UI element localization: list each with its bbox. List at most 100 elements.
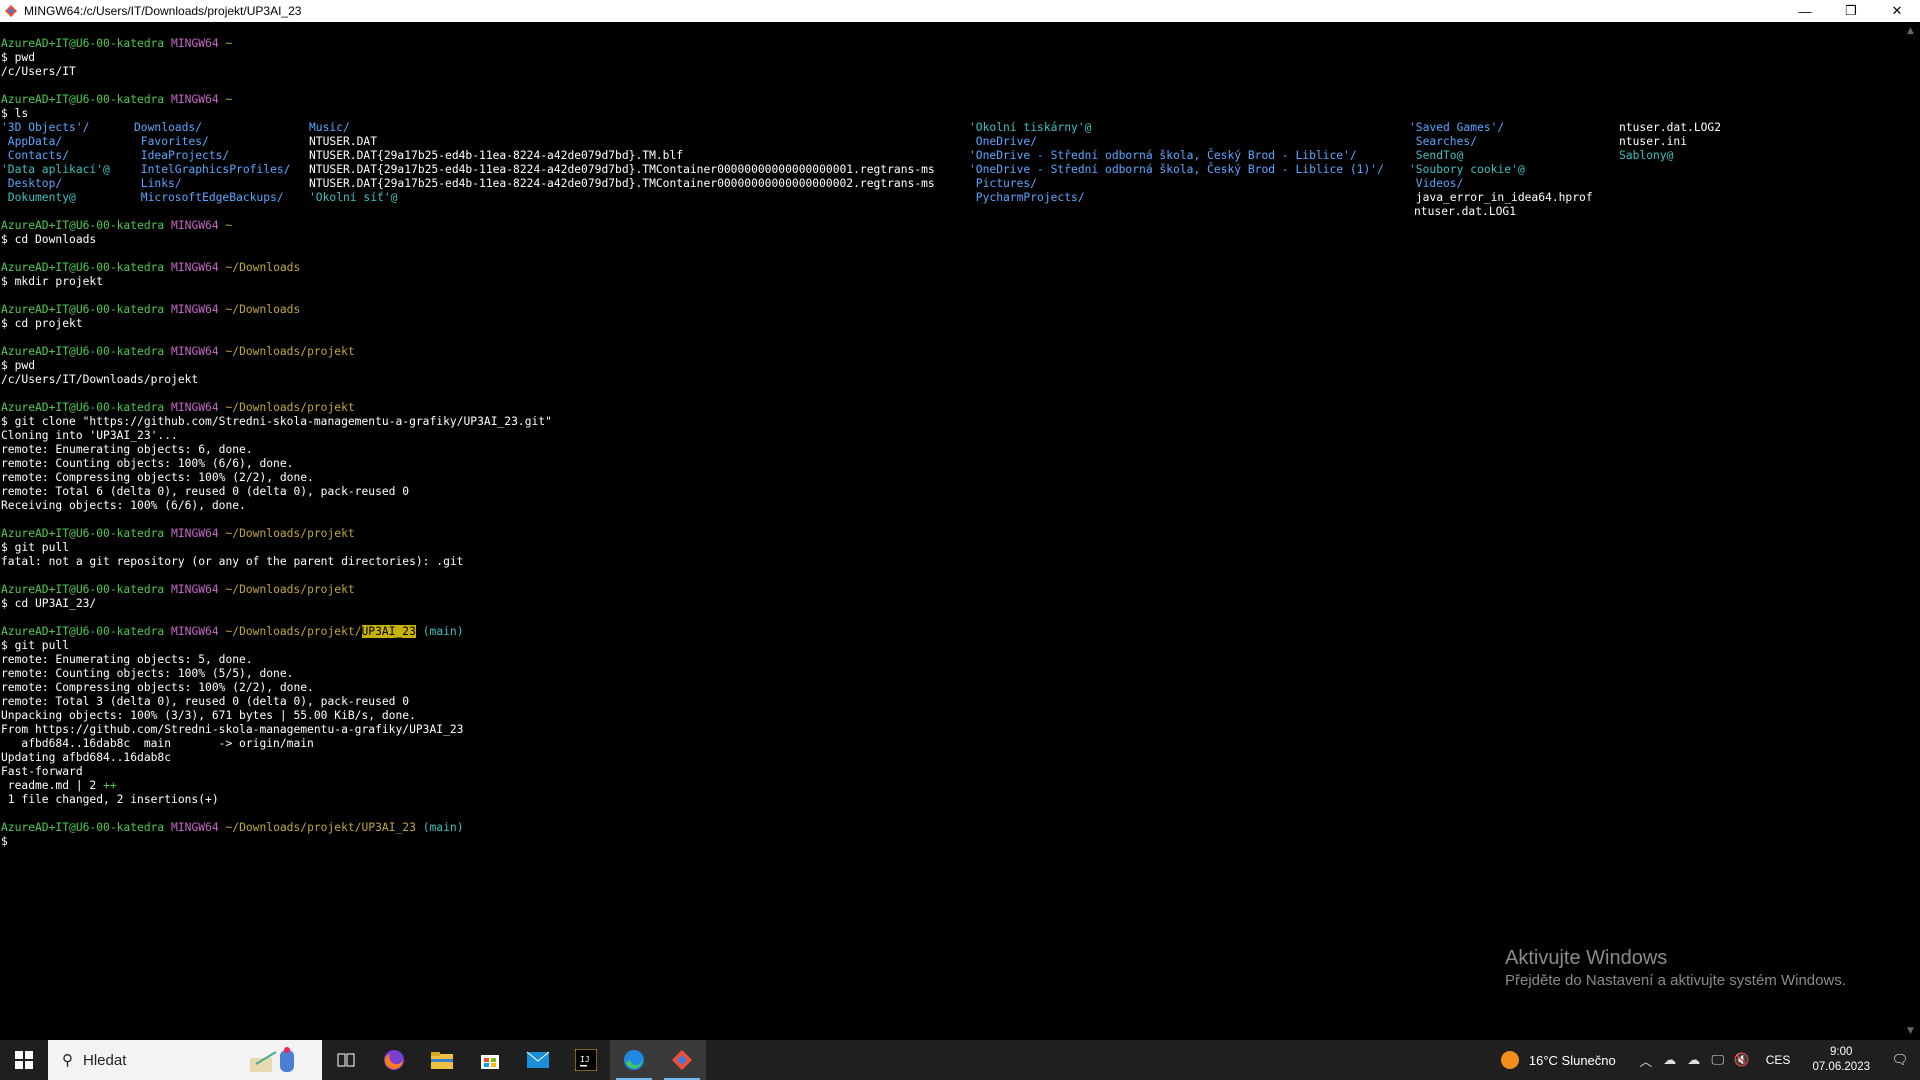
output-line: /c/Users/IT: [1, 65, 76, 78]
ls-entry: AppData/: [1, 135, 63, 148]
ls-entry: Downloads/: [134, 121, 203, 134]
close-button[interactable]: ✕: [1874, 0, 1920, 22]
notification-icon[interactable]: 🗨: [1880, 1052, 1920, 1068]
ls-entry: ntuser.dat.LOG1: [1414, 205, 1517, 218]
ls-row: AppData/ Favorites/NTUSER.DAT OneDrive/ …: [1, 135, 1904, 149]
weather-widget[interactable]: 16°C Slunečno: [1500, 1051, 1616, 1069]
prompt-system: MINGW64: [171, 345, 226, 358]
firefox-icon[interactable]: [370, 1040, 418, 1080]
ls-entry: ntuser.ini: [1619, 135, 1688, 148]
prompt-path: ~: [225, 93, 233, 106]
command-line: $ pwd: [1, 359, 36, 372]
clock[interactable]: 9:00 07.06.2023: [1812, 1045, 1870, 1075]
onedrive-sync-icon[interactable]: ☁: [1658, 1052, 1682, 1068]
output-line: Fast-forward: [1, 765, 83, 778]
ls-entry: Music/: [309, 121, 350, 134]
scroll-up-icon[interactable]: ▲: [1907, 26, 1914, 36]
taskbar: ⚲ Hledat IJ 16°C Slunečno ︿ ☁ ☁ 🖵 🔇 CES …: [0, 1040, 1920, 1080]
ls-entry: 'Soubory cookie'@: [1409, 163, 1525, 176]
start-button[interactable]: [0, 1040, 48, 1080]
diff-additions: ++: [103, 779, 117, 792]
prompt-line: AzureAD+IT@U6-00-katedra MINGW64 ~/Downl…: [1, 821, 1904, 835]
restore-button[interactable]: ❐: [1828, 0, 1874, 22]
prompt-system: MINGW64: [171, 93, 226, 106]
system-tray: 16°C Slunečno ︿ ☁ ☁ 🖵 🔇 CES 9:00 07.06.2…: [1500, 1040, 1920, 1080]
activation-heading: Aktivujte Windows: [1505, 947, 1668, 969]
output-line: remote: Enumerating objects: 5, done.: [1, 653, 253, 666]
output-line: Updating afbd684..16dab8c: [1, 751, 172, 764]
store-icon[interactable]: [466, 1040, 514, 1080]
prompt-path: ~: [225, 37, 233, 50]
ls-entry: java_error_in_idea64.hprof: [1409, 191, 1593, 204]
prompt-line: AzureAD+IT@U6-00-katedra MINGW64 ~: [1, 37, 1904, 51]
window-title-bar[interactable]: MINGW64:/c/Users/IT/Downloads/projekt/UP…: [0, 0, 1920, 22]
ls-entry: Contacts/: [1, 149, 70, 162]
ls-entry: NTUSER.DAT: [309, 135, 378, 148]
volume-muted-icon[interactable]: 🔇: [1730, 1052, 1754, 1068]
output-line: remote: Compressing objects: 100% (2/2),…: [1, 681, 314, 694]
terminal-output[interactable]: AzureAD+IT@U6-00-katedra MINGW64 ~ $ pwd /…: [0, 22, 1904, 1040]
terminal-scrollbar[interactable]: ▲ ▼: [1904, 22, 1920, 1040]
ls-entry: Links/: [134, 177, 182, 190]
mail-icon[interactable]: [514, 1040, 562, 1080]
minimize-button[interactable]: —: [1782, 0, 1828, 22]
ls-entry: OneDrive/: [969, 135, 1038, 148]
ls-entry: 'OneDrive - Střední odborná škola, Český…: [969, 163, 1384, 176]
prompt-user: AzureAD+IT@U6-00-katedra: [1, 583, 172, 596]
prompt-user: AzureAD+IT@U6-00-katedra: [1, 527, 172, 540]
ls-entry: PycharmProjects/: [969, 191, 1085, 204]
ls-row: ntuser.dat.LOG1: [1, 205, 1904, 219]
ls-entry: NTUSER.DAT{29a17b25-ed4b-11ea-8224-a42de…: [309, 177, 935, 190]
edge-icon[interactable]: [610, 1040, 658, 1080]
prompt-user: AzureAD+IT@U6-00-katedra: [1, 93, 172, 106]
ls-entry: Videos/: [1409, 177, 1464, 190]
ls-entry: Dokumenty@: [1, 191, 76, 204]
command-line: $ git pull: [1, 541, 70, 554]
command-line: $ pwd: [1, 51, 36, 64]
network-icon[interactable]: 🖵: [1706, 1052, 1730, 1068]
search-icon: ⚲: [62, 1052, 73, 1069]
git-bash-icon: [5, 5, 17, 17]
taskbar-search[interactable]: ⚲ Hledat: [48, 1040, 322, 1080]
ls-entry: 'OneDrive - Střední odborná škola, Český…: [969, 149, 1357, 162]
output-line: Receiving objects: 100% (6/6), done.: [1, 499, 246, 512]
ls-entry: 'Okolní tiskárny'@: [969, 121, 1092, 134]
clock-time: 9:00: [1830, 1046, 1853, 1058]
prompt-line: AzureAD+IT@U6-00-katedra MINGW64 ~/Downl…: [1, 261, 1904, 275]
prompt-system: MINGW64: [171, 219, 226, 232]
prompt-line: AzureAD+IT@U6-00-katedra MINGW64 ~/Downl…: [1, 527, 1904, 541]
search-highlight-illustration-icon: [250, 1047, 294, 1072]
git-branch: (main): [415, 821, 464, 834]
onedrive-icon[interactable]: ☁: [1682, 1052, 1706, 1068]
ls-entry: Pictures/: [969, 177, 1038, 190]
intellij-icon[interactable]: IJ: [562, 1040, 610, 1080]
command-line: $ git clone "https://github.com/Stredni-…: [1, 415, 552, 428]
prompt-path: ~/Downloads/projekt/UP3AI_23: [225, 821, 416, 834]
prompt-user: AzureAD+IT@U6-00-katedra: [1, 219, 172, 232]
ls-entry: NTUSER.DAT{29a17b25-ed4b-11ea-8224-a42de…: [309, 163, 935, 176]
prompt-system: MINGW64: [171, 401, 226, 414]
selected-text: UP3AI_23: [361, 625, 416, 638]
ls-entry: Sablony@: [1619, 149, 1674, 162]
ls-entry: ntuser.dat.LOG2: [1619, 121, 1722, 134]
command-line: $ cd Downloads: [1, 233, 97, 246]
command-line: $ cd UP3AI_23/: [1, 597, 97, 610]
ls-row: 'Data aplikací'@ IntelGraphicsProfiles/N…: [1, 163, 1904, 177]
chevron-up-icon[interactable]: ︿: [1634, 1051, 1658, 1070]
task-view-icon[interactable]: [322, 1040, 370, 1080]
windows-logo-icon: [15, 1051, 33, 1069]
prompt-line: AzureAD+IT@U6-00-katedra MINGW64 ~/Downl…: [1, 303, 1904, 317]
git-bash-taskbar-icon[interactable]: [658, 1040, 706, 1080]
file-explorer-icon[interactable]: [418, 1040, 466, 1080]
prompt-user: AzureAD+IT@U6-00-katedra: [1, 625, 172, 638]
scroll-down-icon[interactable]: ▼: [1907, 1026, 1914, 1036]
prompt-user: AzureAD+IT@U6-00-katedra: [1, 261, 172, 274]
input-language[interactable]: CES: [1766, 1053, 1791, 1067]
prompt-user: AzureAD+IT@U6-00-katedra: [1, 37, 172, 50]
